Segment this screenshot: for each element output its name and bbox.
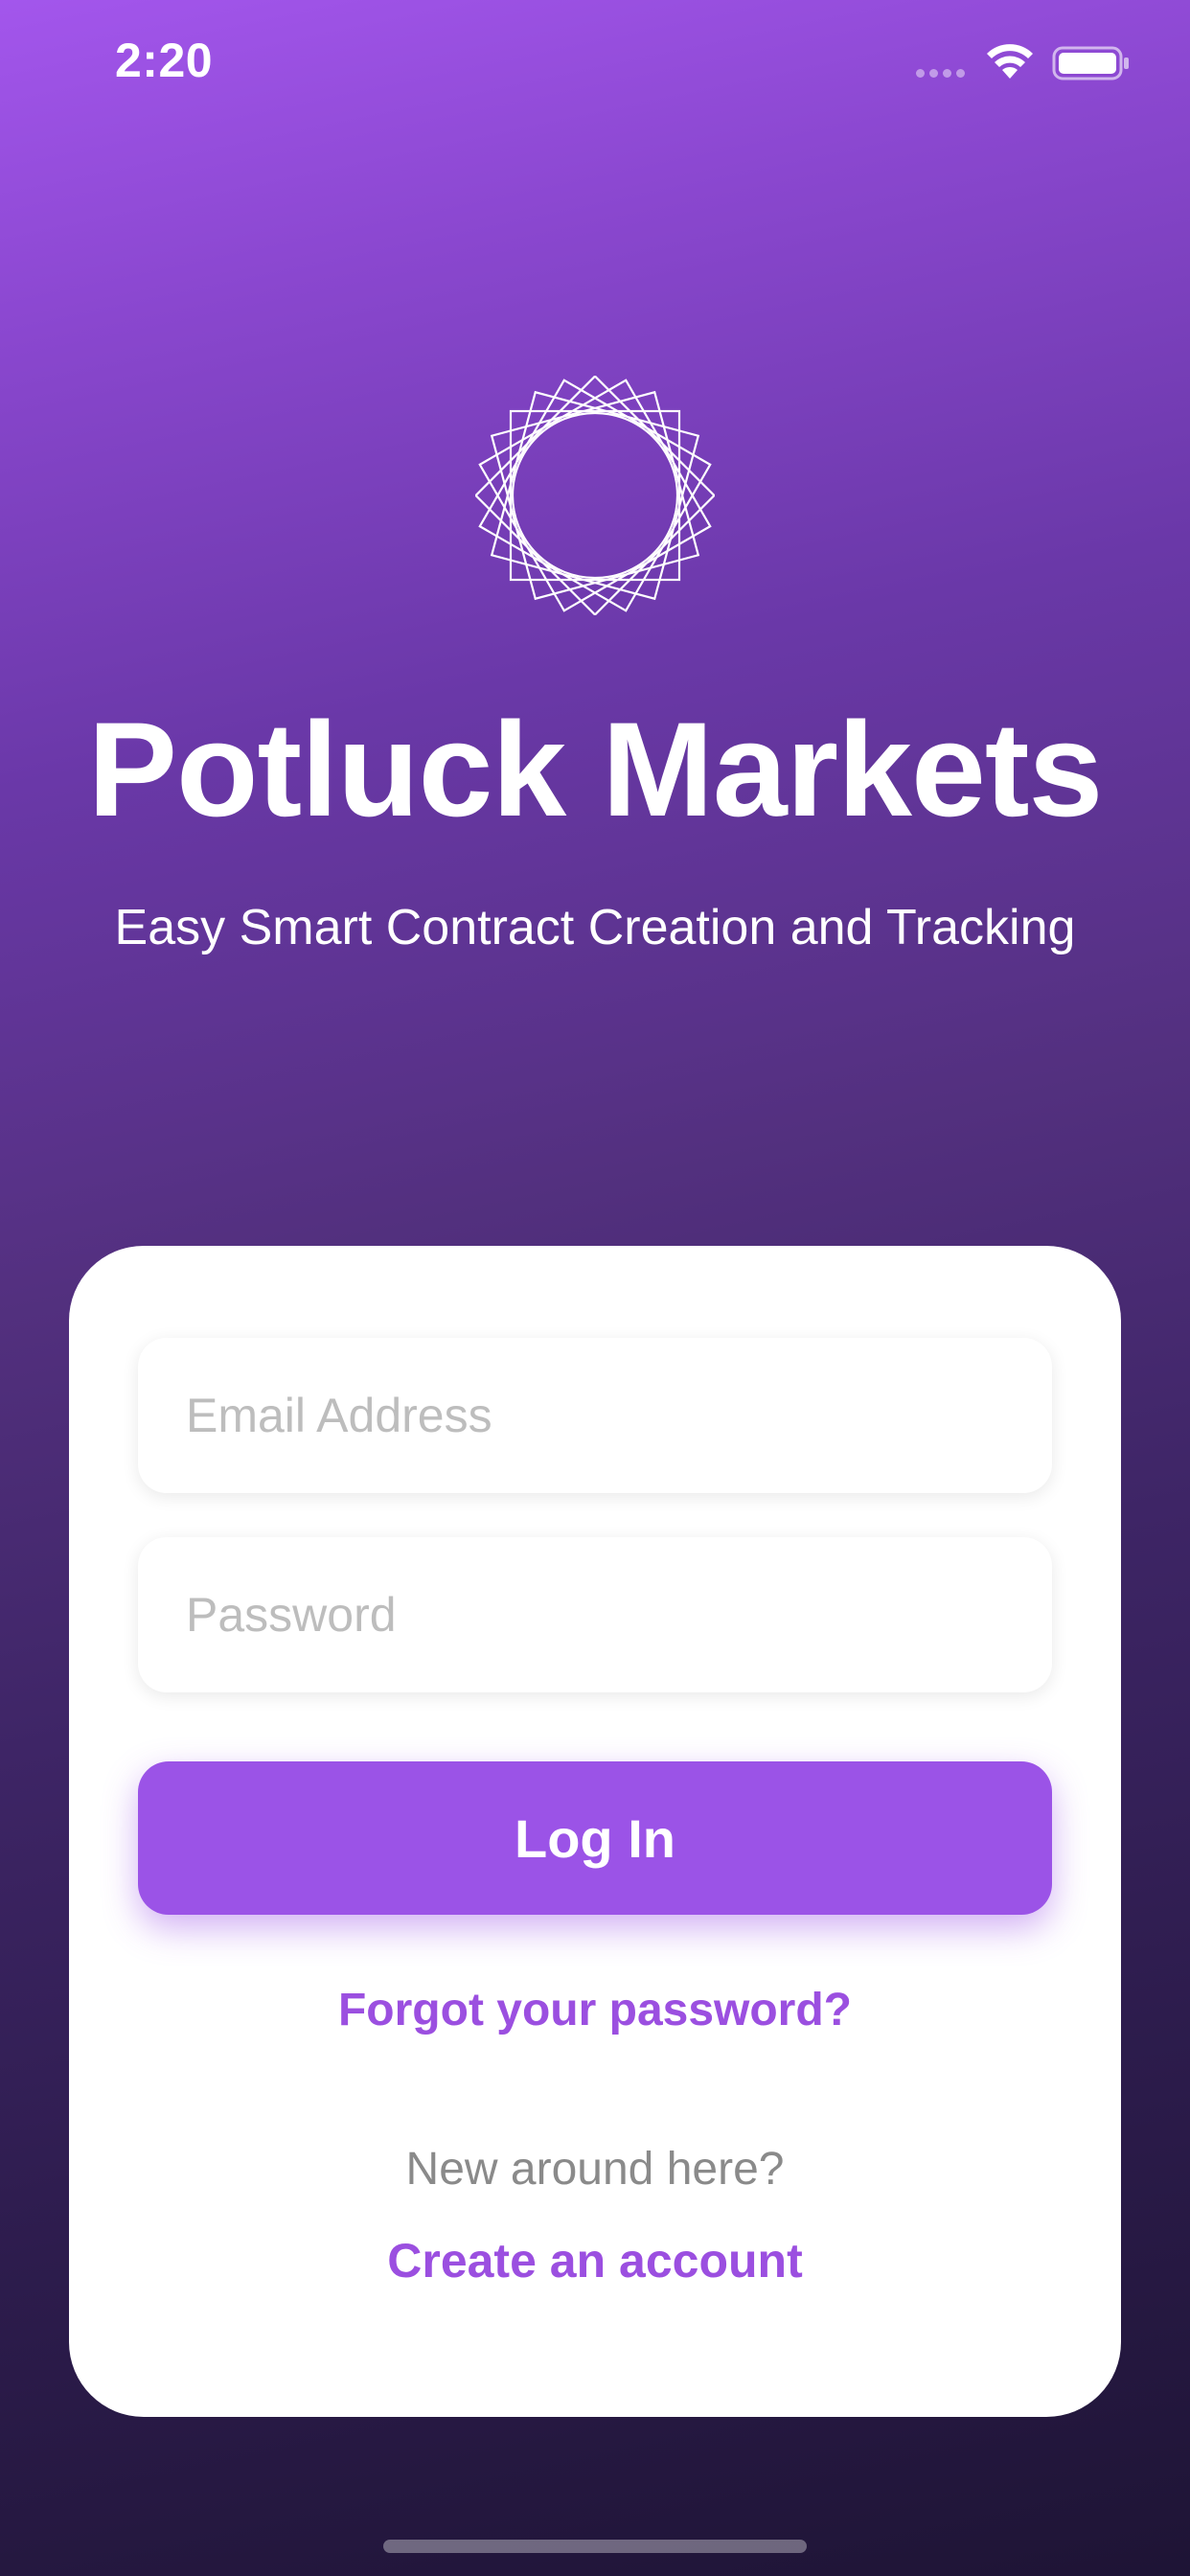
login-button[interactable]: Log In (138, 1761, 1052, 1915)
email-field[interactable] (138, 1338, 1052, 1493)
home-indicator[interactable] (383, 2540, 807, 2553)
forgot-password-link[interactable]: Forgot your password? (69, 1984, 1121, 2036)
battery-icon (1052, 46, 1129, 80)
app-title: Potluck Markets (87, 694, 1104, 844)
create-account-link[interactable]: Create an account (69, 2233, 1121, 2288)
password-field[interactable] (138, 1537, 1052, 1692)
password-input[interactable] (184, 1586, 1006, 1644)
new-here-text: New around here? (405, 2144, 785, 2195)
email-input[interactable] (184, 1387, 1006, 1444)
status-time: 2:20 (115, 34, 214, 87)
app-subtitle: Easy Smart Contract Creation and Trackin… (114, 900, 1076, 955)
signal-dots-icon (916, 69, 965, 78)
wifi-icon (987, 44, 1033, 79)
login-card: Log In Forgot your password? New around … (69, 1246, 1121, 2417)
login-screen: 2:20 Potluck Markets Easy Smart Contract… (0, 0, 1190, 2576)
starburst-logo-icon (475, 376, 715, 615)
